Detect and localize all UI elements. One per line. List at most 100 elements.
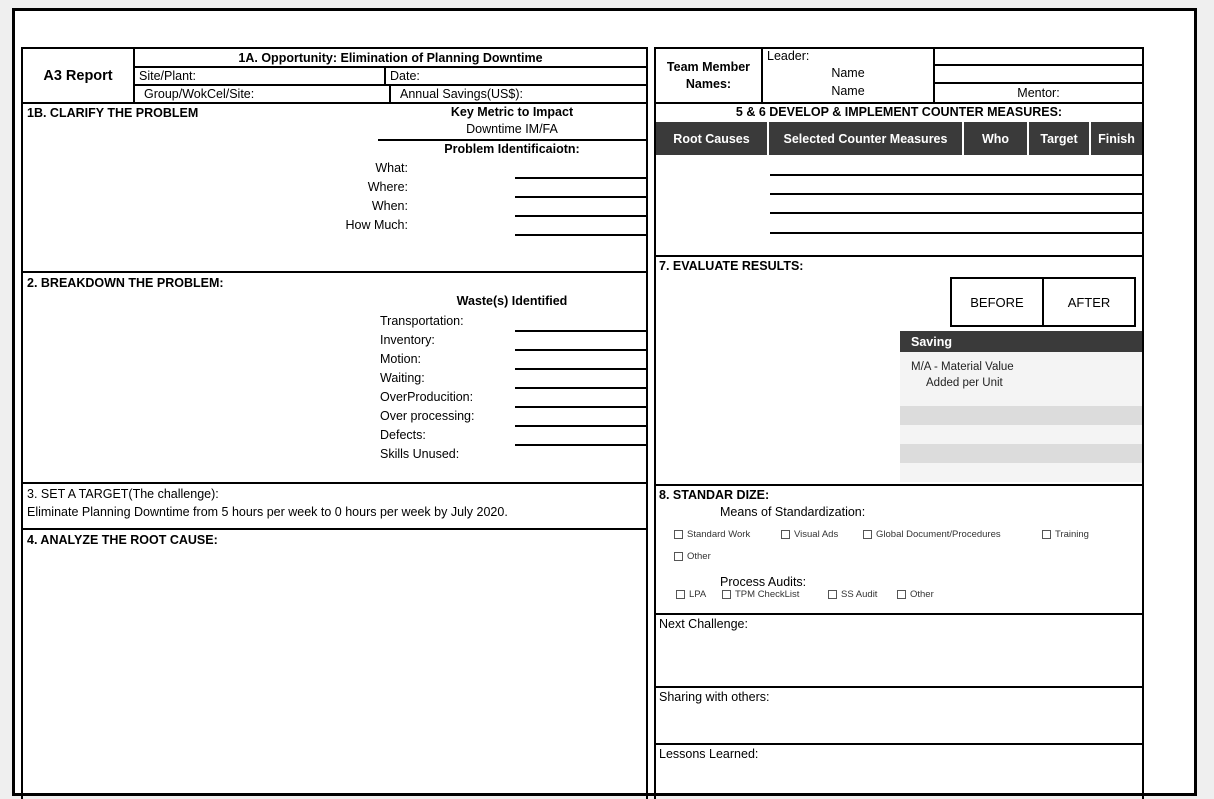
wastes-identified-title: Waste(s) Identified — [456, 294, 568, 308]
site-plant-field[interactable]: Site/Plant: — [135, 68, 386, 84]
checkbox-icon[interactable] — [1042, 530, 1051, 539]
checkbox-icon[interactable] — [897, 590, 906, 599]
checkbox-other-audit[interactable]: Other — [897, 589, 934, 600]
sharing-with-others-block[interactable]: Sharing with others: — [654, 688, 1144, 745]
checkbox-global-document-procedures[interactable]: Global Document/Procedures — [863, 529, 1001, 540]
waste-label-defects: Defects: — [380, 428, 426, 442]
annual-savings-field[interactable]: Annual Savings(US$): — [391, 86, 646, 102]
waste-line-motion[interactable] — [515, 368, 646, 370]
checkbox-icon[interactable] — [722, 590, 731, 599]
waste-line-inventory[interactable] — [515, 349, 646, 351]
a3-report-sheet: A3 Report 1A. Opportunity: Elimination o… — [21, 47, 1144, 799]
section-2-breakdown-problem: 2. BREAKDOWN THE PROBLEM: Waste(s) Ident… — [21, 273, 648, 484]
group-workcell-field[interactable]: Group/WokCel/Site: — [135, 86, 391, 102]
checkbox-ss-audit[interactable]: SS Audit — [828, 589, 877, 600]
waste-line-over-processing[interactable] — [515, 425, 646, 427]
section-1b-clarify-problem: 1B. CLARIFY THE PROBLEM Key Metric to Im… — [21, 104, 648, 273]
checkbox-icon[interactable] — [676, 590, 685, 599]
checkbox-label-standard-work: Standard Work — [687, 529, 751, 540]
checkbox-other-means[interactable]: Other — [674, 551, 711, 562]
field-line-where[interactable] — [515, 196, 646, 198]
section-8-title: 8. STANDAR DIZE: — [659, 488, 770, 502]
counter-measure-row-line-3[interactable] — [770, 212, 1142, 214]
section-1b-title: 1B. CLARIFY THE PROBLEM — [27, 106, 199, 120]
checkbox-lpa[interactable]: LPA — [676, 589, 706, 600]
site-date-row: Site/Plant: Date: — [135, 68, 646, 86]
key-metric-title: Key Metric to Impact — [450, 105, 574, 119]
waste-label-transportation: Transportation: — [380, 314, 464, 328]
waste-line-transportation[interactable] — [515, 330, 646, 332]
counter-measure-row-line-4[interactable] — [770, 232, 1142, 234]
section-7-evaluate-results: 7. EVALUATE RESULTS: BEFORE AFTER Saving… — [654, 257, 1144, 486]
checkbox-icon[interactable] — [828, 590, 837, 599]
saving-row-line-1: M/A - Material Value — [911, 361, 1014, 373]
before-after-box: BEFORE AFTER — [950, 277, 1136, 327]
checkbox-label-visual-ads: Visual Ads — [794, 529, 839, 540]
after-cell[interactable]: AFTER — [1044, 279, 1134, 325]
saving-table-header: Saving — [900, 331, 1142, 352]
section-4-title: 4. ANALYZE THE ROOT CAUSE: — [27, 533, 218, 547]
waste-line-defects[interactable] — [515, 444, 646, 446]
checkbox-tpm-checklist[interactable]: TPM CheckList — [722, 589, 799, 600]
counter-measure-row-line-1[interactable] — [770, 174, 1142, 176]
checkbox-icon[interactable] — [863, 530, 872, 539]
waste-line-overproduction[interactable] — [515, 406, 646, 408]
waste-label-overproduction: OverProducition: — [380, 390, 474, 404]
next-challenge-block[interactable]: Next Challenge: — [654, 615, 1144, 688]
waste-line-waiting[interactable] — [515, 387, 646, 389]
saving-row-5[interactable] — [900, 463, 1142, 482]
mentor-blank-row-1[interactable] — [935, 49, 1142, 66]
saving-row-3[interactable] — [900, 425, 1142, 444]
leader-name-1[interactable]: Name — [763, 66, 933, 84]
date-field[interactable]: Date: — [386, 68, 646, 84]
leader-column: Leader: Name Name — [763, 49, 935, 102]
report-header-left: A3 Report 1A. Opportunity: Elimination o… — [21, 47, 648, 104]
means-of-standardization-title: Means of Standardization: — [720, 505, 866, 519]
next-challenge-label: Next Challenge: — [659, 617, 748, 631]
checkbox-visual-ads[interactable]: Visual Ads — [781, 529, 838, 540]
column-header-selected-counter-measures: Selected Counter Measures — [769, 122, 964, 155]
before-cell[interactable]: BEFORE — [952, 279, 1042, 325]
checkbox-label-global-document-procedures: Global Document/Procedures — [876, 529, 1001, 540]
saving-row-2[interactable] — [900, 406, 1142, 425]
counter-measures-header-row: Root Causes Selected Counter Measures Wh… — [656, 122, 1142, 155]
sharing-label: Sharing with others: — [659, 690, 770, 704]
a3-report-page: A3 Report 1A. Opportunity: Elimination o… — [12, 8, 1197, 799]
opportunity-title: 1A. Opportunity: Elimination of Planning… — [135, 49, 646, 68]
report-header-right: Team Member Names: Leader: Name Name Men… — [654, 47, 1144, 104]
problem-identification-title: Problem Identificaiotn: — [444, 142, 580, 156]
saving-table: Saving M/A - Material Value Added per Un… — [900, 331, 1142, 482]
field-label-how-much: How Much: — [345, 218, 408, 232]
checkbox-icon[interactable] — [781, 530, 790, 539]
waste-label-skills-unused: Skills Unused: — [380, 447, 460, 461]
field-line-how-much[interactable] — [515, 234, 646, 236]
checkbox-standard-work[interactable]: Standard Work — [674, 529, 750, 540]
counter-measure-row-line-2[interactable] — [770, 193, 1142, 195]
key-metric-value: Downtime IM/FA — [466, 122, 558, 136]
field-line-when[interactable] — [515, 215, 646, 217]
checkbox-icon[interactable] — [674, 552, 683, 561]
saving-row-material-value[interactable]: M/A - Material Value Added per Unit — [900, 352, 1142, 406]
waste-label-motion: Motion: — [380, 352, 421, 366]
waste-label-inventory: Inventory: — [380, 333, 435, 347]
field-label-what: What: — [375, 161, 408, 175]
saving-row-4[interactable] — [900, 444, 1142, 463]
checkbox-training[interactable]: Training — [1042, 529, 1089, 540]
checkbox-label-lpa: LPA — [689, 589, 707, 600]
column-header-finish: Finish — [1098, 131, 1135, 146]
checkbox-icon[interactable] — [674, 530, 683, 539]
column-header-who: Who — [964, 122, 1029, 155]
section-3-set-target: 3. SET A TARGET(The challenge): Eliminat… — [21, 484, 648, 530]
checkbox-label-other-means: Other — [687, 551, 711, 562]
saving-row-line-2: Added per Unit — [926, 377, 1003, 389]
section-3-target-text: Eliminate Planning Downtime from 5 hours… — [27, 505, 508, 519]
section-56-title: 5 & 6 DEVELOP & IMPLEMENT COUNTER MEASUR… — [735, 105, 1063, 119]
leader-name-2[interactable]: Name — [763, 84, 933, 102]
field-line-what[interactable] — [515, 177, 646, 179]
field-label-when: When: — [371, 199, 408, 213]
section-4-analyze-root-cause[interactable]: 4. ANALYZE THE ROOT CAUSE: — [21, 530, 648, 799]
lessons-learned-block[interactable]: Lessons Learned: — [654, 745, 1144, 799]
group-savings-row: Group/WokCel/Site: Annual Savings(US$): — [135, 86, 646, 102]
process-audits-title: Process Audits: — [720, 575, 807, 589]
mentor-blank-row-2[interactable] — [935, 66, 1142, 84]
